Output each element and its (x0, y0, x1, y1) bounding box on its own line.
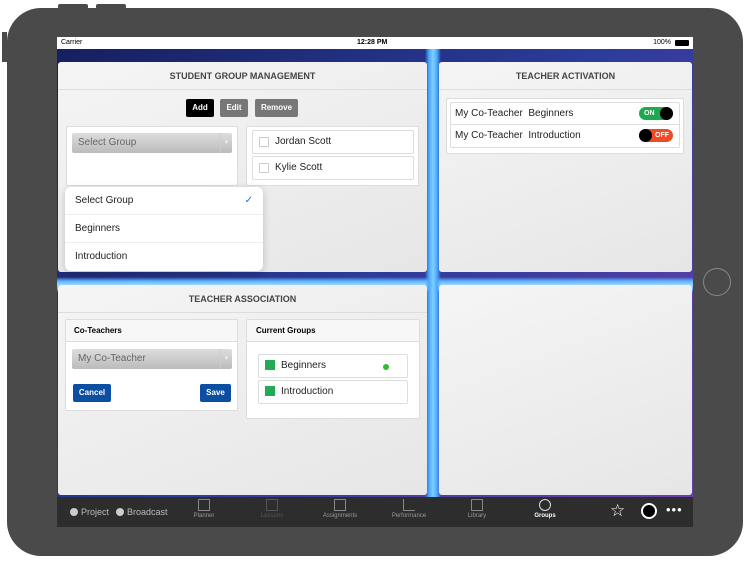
panel-title: TEACHER ACTIVATION (439, 62, 692, 90)
activation-toggle-on[interactable]: ON (639, 107, 673, 120)
panel-title: TEACHER ASSOCIATION (58, 285, 427, 313)
time: 12:28 PM (357, 39, 388, 46)
checkbox[interactable] (259, 137, 269, 147)
group-color-icon (265, 360, 275, 370)
group-name: Introduction (528, 130, 581, 141)
project-radio-icon[interactable] (70, 508, 78, 516)
activation-row: My Co-Teacher Introduction OFF (450, 124, 680, 148)
group-row[interactable]: Beginners (258, 354, 408, 378)
tab-label: Assignments (322, 513, 358, 519)
activation-row: My Co-Teacher Beginners ON (450, 102, 680, 126)
tab-bar: Project Broadcast Planner Lessons Assign… (57, 497, 693, 527)
active-dot-icon (383, 364, 389, 370)
cancel-button[interactable]: Cancel (73, 384, 111, 402)
panel-title: STUDENT GROUP MANAGEMENT (58, 62, 427, 90)
dropdown-option[interactable]: Select Group ✓ (65, 187, 263, 215)
student-name: Jordan Scott (275, 136, 332, 147)
star-icon[interactable]: ☆ (610, 501, 625, 521)
battery-icon (675, 40, 689, 46)
broadcast-radio-icon[interactable] (116, 508, 124, 516)
bar-chart-icon (403, 499, 415, 511)
teacher-name: My Co-Teacher (455, 108, 523, 119)
screen: Carrier 12:28 PM 100% STUDENT GROUP MANA… (57, 37, 693, 527)
activation-toggle-off[interactable]: OFF (639, 129, 673, 142)
checkmark-icon: ✓ (244, 195, 253, 206)
group-name: Introduction (281, 386, 334, 397)
tab-planner[interactable]: Planner (174, 499, 234, 519)
option-label: Select Group (75, 195, 134, 206)
dropdown-option[interactable]: Introduction (65, 243, 263, 271)
remove-button[interactable]: Remove (255, 99, 298, 117)
edit-button[interactable]: Edit (220, 99, 248, 117)
card-header: Current Groups (247, 320, 419, 342)
group-name: Beginners (528, 108, 574, 119)
group-row[interactable]: Introduction (258, 380, 408, 404)
checkbox-icon (334, 499, 346, 511)
group-color-icon (265, 386, 275, 396)
coteacher-select[interactable]: My Co-Teacher ▼ (72, 349, 232, 369)
chevron-down-icon: ▼ (220, 133, 232, 153)
tab-label: Library (467, 513, 487, 519)
toggle-label: OFF (655, 132, 669, 139)
save-button[interactable]: Save (200, 384, 231, 402)
planner-icon (198, 499, 210, 511)
empty-panel (439, 285, 692, 495)
option-label: Beginners (75, 223, 121, 234)
student-name: Kylie Scott (275, 162, 323, 173)
groups-icon (539, 499, 551, 511)
student-group-management-panel: STUDENT GROUP MANAGEMENT Add Edit Remove… (58, 62, 427, 272)
tab-lessons[interactable]: Lessons (242, 499, 302, 519)
more-icon[interactable]: ••• (666, 502, 683, 517)
tab-label: Lessons (260, 513, 284, 519)
status-bar: Carrier 12:28 PM 100% (57, 37, 693, 49)
book-icon (471, 499, 483, 511)
lessons-icon (266, 499, 278, 511)
tab-label: Performance (391, 513, 427, 519)
group-select[interactable]: Select Group ▼ (72, 133, 232, 153)
home-button[interactable] (703, 268, 731, 296)
checkbox[interactable] (259, 163, 269, 173)
select-value: Select Group (78, 137, 137, 148)
teacher-activation-panel: TEACHER ACTIVATION My Co-Teacher Beginne… (439, 62, 692, 272)
teacher-association-panel: TEACHER ASSOCIATION Co-Teachers My Co-Te… (58, 285, 427, 495)
select-value: My Co-Teacher (78, 353, 146, 364)
tab-label: Groups (534, 513, 556, 519)
group-dropdown-menu: Select Group ✓ Beginners Introduction (65, 187, 263, 271)
teacher-name: My Co-Teacher (455, 130, 523, 141)
project-toggle[interactable]: Project (81, 507, 109, 517)
group-name: Beginners (281, 360, 327, 371)
side-button (2, 32, 7, 62)
tab-performance[interactable]: Performance (379, 499, 439, 519)
student-row[interactable]: Kylie Scott (252, 156, 414, 180)
tab-assignments[interactable]: Assignments (310, 499, 370, 519)
carrier: Carrier (61, 39, 83, 46)
option-label: Introduction (75, 251, 128, 262)
battery-percent: 100% (653, 39, 671, 46)
chevron-down-icon: ▼ (220, 349, 232, 369)
card-header: Co-Teachers (66, 320, 237, 342)
add-button[interactable]: Add (186, 99, 214, 117)
tab-library[interactable]: Library (447, 499, 507, 519)
broadcast-toggle[interactable]: Broadcast (127, 507, 168, 517)
tab-groups[interactable]: Groups (515, 499, 575, 519)
student-row[interactable]: Jordan Scott (252, 130, 414, 154)
dropdown-option[interactable]: Beginners (65, 215, 263, 243)
tab-label: Planner (193, 513, 215, 519)
toggle-label: ON (644, 110, 655, 117)
profile-icon[interactable] (641, 503, 657, 519)
